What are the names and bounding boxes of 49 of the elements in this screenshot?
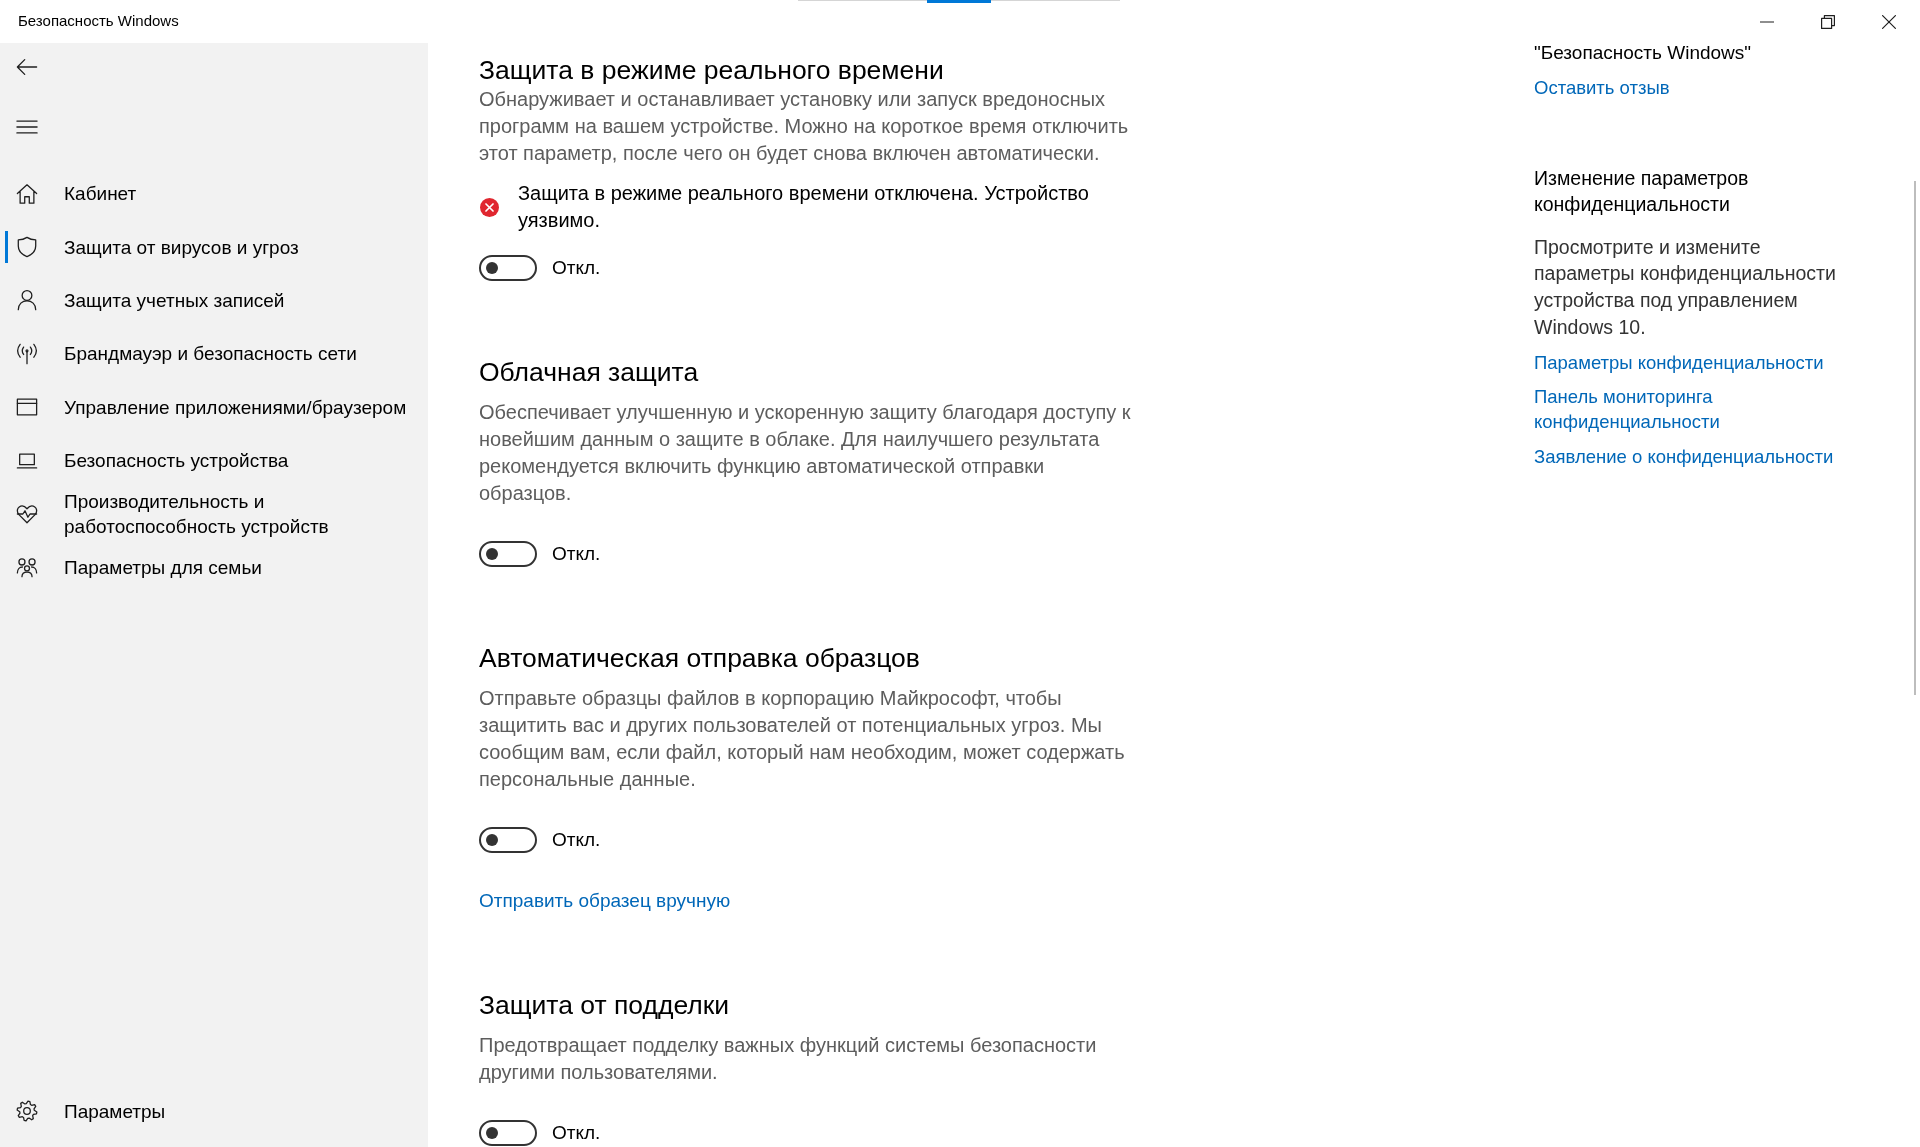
sidebar-item[interactable]: Управление приложениями/браузером <box>0 380 428 434</box>
privacy-heading: Изменение параметров конфиденциальности <box>1534 166 1750 217</box>
section-heading: Облачная защита <box>479 356 700 389</box>
sidebar-item[interactable]: Безопасность устройства <box>0 433 428 488</box>
sidebar-item[interactable]: Параметры <box>0 1084 428 1138</box>
people-icon <box>16 556 38 579</box>
close-icon[interactable] <box>1882 14 1896 29</box>
toggle-label: Откл. <box>552 256 601 280</box>
status-message: Защита в режиме реального времени отключена. Устройство уязвимо. <box>518 181 1090 233</box>
back-arrow-icon[interactable] <box>16 56 38 78</box>
toggle-label: Откл. <box>552 1121 601 1145</box>
menu-icon[interactable] <box>16 119 38 135</box>
privacy-link[interactable]: Заявление о конфиденциальности <box>1534 443 1834 469</box>
cross-circle-icon <box>480 197 499 217</box>
privacy-link[interactable]: Параметры конфиденциальности <box>1534 349 1824 375</box>
section-description: Обеспечивает улучшенную и ускоренную защиту благодаря доступу к новейшим данным о защите в облаке. Для наилучшего результата рекомендуется включить функцию автоматической отправки образцов. <box>479 400 1132 506</box>
about-title: "Безопасность Windows" <box>1534 41 1753 65</box>
sidebar-item[interactable]: Защита от вирусов и угроз <box>0 220 428 274</box>
section-heading: Защита от подделки <box>479 989 731 1022</box>
privacy-description: Просмотрите и измените параметры конфиденциальности устройства под управлением Windows 10. <box>1534 234 1837 340</box>
home-icon <box>16 182 38 205</box>
restore-icon[interactable] <box>1821 14 1835 29</box>
section-description: Предотвращает подделку важных функций системы безопасности другими пользователями. <box>479 1033 1098 1085</box>
toggle-label: Откл. <box>552 828 601 852</box>
toggle-label: Откл. <box>552 542 601 566</box>
feedback-link[interactable]: Оставить отзыв <box>1534 75 1670 101</box>
gear-icon <box>16 1100 38 1123</box>
sidebar-item[interactable]: Кабинет <box>0 167 428 221</box>
toggle-switch[interactable] <box>479 254 537 281</box>
section-heading: Автоматическая отправка образцов <box>479 642 921 675</box>
text-link[interactable]: Отправить образец вручную <box>479 887 731 914</box>
antenna-icon <box>16 342 38 365</box>
sidebar-item[interactable]: Защита учетных записей <box>0 273 428 328</box>
heart-pulse-icon <box>16 503 38 526</box>
sidebar-item[interactable]: Производительность и работоспособность устройств <box>0 487 428 541</box>
section-heading: Защита в режиме реального времени <box>479 54 945 87</box>
toggle-switch[interactable] <box>479 826 537 853</box>
window-title: Безопасность Windows <box>17 11 179 32</box>
toggle-switch[interactable] <box>479 1119 537 1146</box>
section-description: Отправьте образцы файлов в корпорацию Майкрософт, чтобы защитить вас и других пользователей от потенциальных угроз. Мы сообщим вам, если файл, который нам необходим, может содержать персональные данные. <box>479 686 1126 792</box>
person-icon <box>16 289 38 312</box>
section-description: Обнаруживает и останавливает установку или запуск вредоносных программ на вашем устройстве. Можно на короткое время отключить этот параметр, после чего он будет снова включен автоматически. <box>479 87 1130 166</box>
minimize-icon[interactable] <box>1760 20 1774 23</box>
sidebar-item[interactable]: Параметры для семьи <box>0 540 428 595</box>
toggle-switch[interactable] <box>479 540 537 567</box>
privacy-link[interactable]: Панель мониторинга конфиденциальности <box>1534 384 1852 435</box>
shield-icon <box>16 236 38 259</box>
sidebar-item[interactable]: Брандмауэр и безопасность сети <box>0 327 428 381</box>
scroll-bar[interactable] <box>1914 181 1916 695</box>
